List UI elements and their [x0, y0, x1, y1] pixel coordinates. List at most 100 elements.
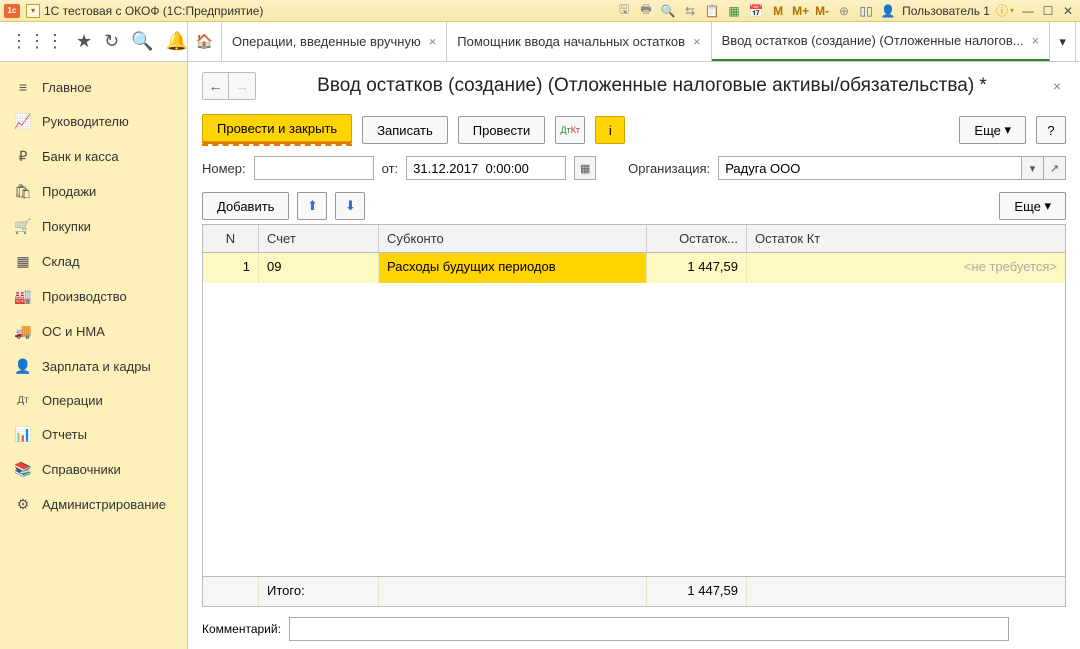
tab-assistant[interactable]: Помощник ввода начальных остатков ×: [447, 22, 711, 61]
tab-close-icon[interactable]: ×: [1032, 33, 1040, 48]
m-minus-icon[interactable]: M-: [814, 4, 830, 18]
date-picker-icon[interactable]: ▦: [574, 156, 596, 180]
sidebar-item-warehouse[interactable]: ▦Склад: [0, 244, 187, 279]
help-button[interactable]: ?: [1036, 116, 1066, 144]
form-close-icon[interactable]: ×: [1048, 78, 1066, 94]
sidebar-item-catalogs[interactable]: 📚Справочники: [0, 452, 187, 487]
col-balance-dt[interactable]: Остаток...: [647, 225, 747, 252]
tab-close-icon[interactable]: ×: [429, 34, 437, 49]
date-input[interactable]: [406, 156, 566, 180]
sidebar-item-label: Производство: [42, 289, 127, 304]
tab-label: Ввод остатков (создание) (Отложенные нал…: [722, 33, 1024, 48]
panes-icon[interactable]: ▯▯: [858, 4, 874, 18]
print-icon[interactable]: 🖶: [638, 0, 654, 21]
table-row[interactable]: 1 09 Расходы будущих периодов 1 447,59 <…: [203, 253, 1065, 283]
col-subconto[interactable]: Субконто: [379, 225, 647, 252]
number-input[interactable]: [254, 156, 374, 180]
tab-bar: 🏠 Операции, введенные вручную × Помощник…: [188, 22, 1080, 61]
menu-icon: ≡: [14, 79, 32, 95]
add-row-button[interactable]: Добавить: [202, 192, 289, 220]
minimize-button[interactable]: —: [1020, 4, 1036, 18]
tab-operations[interactable]: Операции, введенные вручную ×: [222, 22, 447, 61]
sidebar-item-production[interactable]: 🏭Производство: [0, 279, 187, 314]
clipboard-icon[interactable]: 📋: [704, 4, 720, 18]
col-account[interactable]: Счет: [259, 225, 379, 252]
sidebar-item-salary[interactable]: 👤Зарплата и кадры: [0, 349, 187, 384]
sidebar-item-label: Зарплата и кадры: [42, 359, 151, 374]
star-icon[interactable]: ★: [76, 31, 92, 52]
sidebar-item-assets[interactable]: 🚚ОС и НМА: [0, 314, 187, 349]
org-input[interactable]: [718, 156, 1022, 180]
history-icon[interactable]: ↻: [104, 31, 119, 52]
app-logo-icon: 1c: [4, 4, 20, 18]
apps-icon[interactable]: ⋮⋮⋮: [10, 31, 64, 52]
sidebar-item-label: Операции: [42, 393, 103, 408]
sidebar-item-admin[interactable]: ⚙Администрирование: [0, 487, 187, 522]
move-down-button[interactable]: ⬇: [335, 192, 365, 220]
comment-input[interactable]: [289, 617, 1009, 641]
content-area: ← → Ввод остатков (создание) (Отложенные…: [188, 62, 1080, 649]
more-button[interactable]: Еще ▾: [959, 116, 1026, 144]
preview-icon[interactable]: 🔍: [660, 4, 676, 18]
sidebar-item-sales[interactable]: 🛍Продажи: [0, 174, 187, 209]
zoom-icon[interactable]: ⊕: [836, 4, 852, 18]
col-n[interactable]: N: [203, 225, 259, 252]
sidebar-item-bank[interactable]: ₽Банк и касса: [0, 139, 187, 174]
m-icon[interactable]: M: [770, 4, 786, 18]
calendar-icon[interactable]: 📅: [748, 4, 764, 18]
titlebar-tools: 🖫 🖶 🔍 ⇆ 📋 ▦ 📅 M M+ M- ⊕ ▯▯ 👤: [616, 0, 896, 21]
move-up-button[interactable]: ⬆: [297, 192, 327, 220]
page-title: Ввод остатков (создание) (Отложенные нал…: [264, 75, 1040, 97]
footer-label: Итого:: [259, 577, 379, 606]
compare-icon[interactable]: ⇆: [682, 4, 698, 18]
org-open-icon[interactable]: ↗: [1044, 156, 1066, 180]
nav-forward-button[interactable]: →: [229, 73, 255, 99]
current-user[interactable]: Пользователь 1: [902, 4, 990, 18]
search-icon[interactable]: 🔍: [131, 31, 153, 52]
save-icon[interactable]: 🖫: [616, 0, 632, 21]
user-icon: 👤: [880, 4, 896, 18]
bell-icon[interactable]: 🔔: [166, 31, 188, 52]
sidebar-item-label: Банк и касса: [42, 149, 119, 164]
nav-back-button[interactable]: ←: [203, 73, 229, 99]
sidebar-item-label: Отчеты: [42, 427, 87, 442]
info-button[interactable]: i: [595, 116, 625, 144]
table-more-button[interactable]: Еще ▾: [999, 192, 1066, 220]
tab-close-icon[interactable]: ×: [693, 34, 701, 49]
org-label: Организация:: [628, 161, 710, 176]
sidebar: ≡Главное 📈Руководителю ₽Банк и касса 🛍Пр…: [0, 62, 188, 649]
info-dropdown-icon[interactable]: ▾: [1010, 6, 1014, 15]
post-and-close-button[interactable]: Провести и закрыть: [202, 114, 352, 142]
maximize-button[interactable]: ☐: [1040, 4, 1056, 18]
post-button[interactable]: Провести: [458, 116, 546, 144]
report-icon: 📊: [14, 426, 32, 443]
m-plus-icon[interactable]: M+: [792, 4, 808, 18]
tab-home[interactable]: 🏠: [188, 22, 222, 61]
sidebar-item-main[interactable]: ≡Главное: [0, 70, 187, 104]
org-dropdown-icon[interactable]: ▾: [1022, 156, 1044, 180]
sidebar-item-reports[interactable]: 📊 Отчеты: [0, 417, 187, 452]
toolbar-left: ⋮⋮⋮ ★ ↻ 🔍 🔔: [0, 22, 188, 61]
title-dropdown-icon[interactable]: ▾: [26, 4, 40, 18]
table-footer: Итого: 1 447,59: [203, 576, 1065, 606]
command-row: ⋮⋮⋮ ★ ↻ 🔍 🔔 🏠 Операции, введенные вручну…: [0, 22, 1080, 62]
sidebar-item-purchases[interactable]: 🛒Покупки: [0, 209, 187, 244]
info-icon[interactable]: ⓘ: [996, 2, 1008, 19]
sidebar-item-operations[interactable]: ДтОперации: [0, 384, 187, 417]
cell-account: 09: [259, 253, 379, 283]
col-balance-kt[interactable]: Остаток Кт: [747, 225, 1065, 252]
sidebar-item-label: Руководителю: [42, 114, 129, 129]
sidebar-item-label: ОС и НМА: [42, 324, 105, 339]
close-button[interactable]: ✕: [1060, 4, 1076, 18]
calc-icon[interactable]: ▦: [726, 4, 742, 18]
save-button[interactable]: Записать: [362, 116, 448, 144]
cell-subconto[interactable]: Расходы будущих периодов: [379, 253, 647, 283]
dtkt-button[interactable]: ДтКт: [555, 116, 585, 144]
cart-icon: 🛒: [14, 218, 32, 235]
tab-balance-entry[interactable]: Ввод остатков (создание) (Отложенные нал…: [712, 22, 1051, 61]
tab-overflow[interactable]: ▾: [1050, 22, 1076, 61]
footer-total-dt: 1 447,59: [647, 577, 747, 606]
sidebar-item-manager[interactable]: 📈Руководителю: [0, 104, 187, 139]
balance-table: N Счет Субконто Остаток... Остаток Кт 1 …: [202, 224, 1066, 607]
tab-label: Операции, введенные вручную: [232, 34, 421, 49]
